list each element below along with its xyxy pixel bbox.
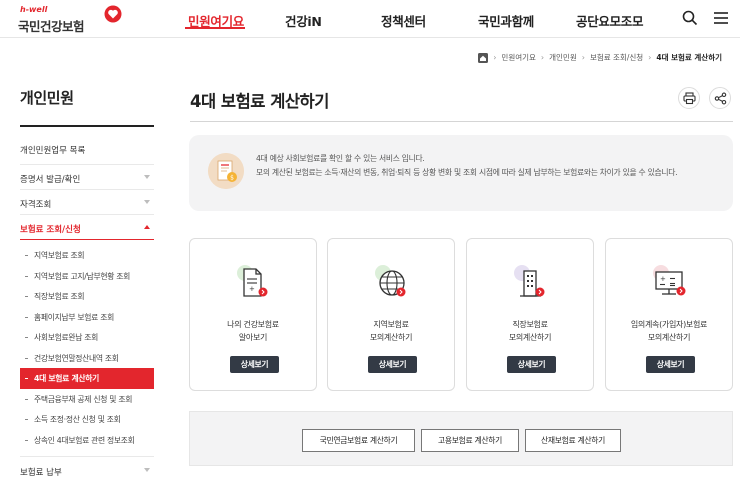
card-label: 나의 건강보험료알아보기 <box>190 318 316 344</box>
breadcrumb-item[interactable]: 보험료 조회/신청 <box>590 52 643 63</box>
card-label-line: 모의계산하기 <box>647 333 691 342</box>
sidebar-item-label: 개인민원업무 목록 <box>20 146 86 156</box>
card-label: 직장보험료모의계산하기 <box>467 318 593 344</box>
nav-item-health-in[interactable]: 건강iN <box>285 11 322 30</box>
svg-text:+: + <box>249 285 255 293</box>
card-label: 임의계속(가입자)보험료모의계산하기 <box>606 318 732 344</box>
page-title: 4대 보험료 계산하기 <box>190 92 329 111</box>
sidebar-item-premium-inquiry[interactable]: 보험료 조회/신청 <box>20 215 154 240</box>
sidebar-menu: 개인민원업무 목록 증명서 발급/확인 자격조회 보험료 조회/신청 지역보험료… <box>20 137 154 479</box>
industrial-accident-calc-button[interactable]: 산재보험료 계산하기 <box>525 429 621 452</box>
card-label-line: 모의계산하기 <box>369 333 413 342</box>
nav-active-underline <box>185 27 245 29</box>
sidebar-subitem[interactable]: 주택금융부채 공제 신청 및 조회 <box>20 389 154 410</box>
nav-item-corporation[interactable]: 공단요모조모 <box>576 11 644 30</box>
title-divider <box>190 121 733 122</box>
service-card: + 나의 건강보험료알아보기 상세보기 <box>189 238 317 391</box>
menu-icon[interactable] <box>712 9 730 27</box>
detail-button[interactable]: 상세보기 <box>368 356 417 373</box>
breadcrumb-separator: › <box>493 53 497 62</box>
sidebar-subitem[interactable]: 상속인 4대보험료 관련 정보조회 <box>20 430 154 451</box>
notice-text: 4대 예상 사회보험료를 확인 할 수 있는 서비스 입니다. <box>256 154 425 163</box>
info-notice: $ 4대 예상 사회보험료를 확인 할 수 있는 서비스 입니다. 모의 계산된… <box>189 135 733 211</box>
service-card: 지역보험료모의계산하기 상세보기 <box>327 238 455 391</box>
document-icon: + <box>237 265 268 297</box>
print-icon <box>682 91 696 104</box>
service-card: + 임의계속(가입자)보험료모의계산하기 상세보기 <box>605 238 733 391</box>
breadcrumb: › 민원여기요 › 개인민원 › 보험료 조회/신청 › 4대 보험료 계산하기 <box>478 52 722 63</box>
chevron-up-icon <box>144 225 150 229</box>
logo-name: 국민건강보험 <box>18 19 85 34</box>
sidebar-item-service-list[interactable]: 개인민원업무 목록 <box>20 137 154 165</box>
breadcrumb-separator: › <box>581 53 585 62</box>
detail-button[interactable]: 상세보기 <box>230 356 279 373</box>
detail-button[interactable]: 상세보기 <box>507 356 556 373</box>
svg-text:+: + <box>660 275 666 283</box>
sidebar-subitem[interactable]: 사회보험료완납 조회 <box>20 327 154 348</box>
breadcrumb-separator: › <box>648 53 652 62</box>
sidebar-subitem[interactable]: 소득 조정·정산 신청 및 조회 <box>20 409 154 430</box>
sidebar-subitem[interactable]: 지역보험료 조회 <box>20 245 154 266</box>
nav-item-policy-center[interactable]: 정책센터 <box>381 11 426 30</box>
breadcrumb-item[interactable]: 개인민원 <box>549 52 577 63</box>
employment-insurance-calc-button[interactable]: 고용보험료 계산하기 <box>421 429 519 452</box>
pension-calc-button[interactable]: 국민연금보험료 계산하기 <box>302 429 415 452</box>
search-icon[interactable] <box>681 9 699 27</box>
sidebar-item-certificates[interactable]: 증명서 발급/확인 <box>20 165 154 190</box>
logo-sub: h-well <box>20 5 48 14</box>
card-label-line: 모의계산하기 <box>508 333 552 342</box>
sidebar-subitem[interactable]: 홈페이지납부 보험료 조회 <box>20 307 154 328</box>
site-header: h-well 국민건강보험 민원여기요 건강iN 정책센터 국민과함께 공단요모… <box>0 0 740 38</box>
svg-text:$: $ <box>230 175 234 182</box>
card-label: 지역보험료모의계산하기 <box>328 318 454 344</box>
sidebar-subitem[interactable]: 직장보험료 조회 <box>20 286 154 307</box>
chevron-down-icon <box>144 175 150 179</box>
sidebar-subitem-active[interactable]: 4대 보험료 계산하기 <box>20 368 154 389</box>
sidebar-item-label: 보험료 조회/신청 <box>20 225 81 235</box>
breadcrumb-separator: › <box>540 53 545 62</box>
card-label-line: 임의계속(가입자)보험료 <box>630 320 708 329</box>
breadcrumb-current: 4대 보험료 계산하기 <box>656 53 722 62</box>
nav-item-with-citizens[interactable]: 국민과함께 <box>478 11 534 30</box>
site-logo[interactable]: h-well 국민건강보험 <box>18 5 122 34</box>
share-button[interactable] <box>709 87 731 109</box>
sidebar-divider <box>20 125 154 127</box>
detail-button[interactable]: 상세보기 <box>646 356 695 373</box>
sidebar-title: 개인민원 <box>20 89 74 107</box>
globe-icon <box>375 265 406 297</box>
chevron-down-icon <box>144 468 150 472</box>
service-card: 직장보험료모의계산하기 상세보기 <box>466 238 594 391</box>
share-icon <box>714 92 726 104</box>
print-button[interactable] <box>678 87 700 109</box>
sidebar-subitem[interactable]: 건강보험연말정산내역 조회 <box>20 348 154 369</box>
home-icon[interactable] <box>478 52 489 63</box>
breadcrumb-item[interactable]: 민원여기요 <box>501 52 536 63</box>
heart-icon <box>104 5 122 23</box>
notice-text: 모의 계산된 보험료는 소득·재산의 변동, 취업·퇴직 등 상황 변화 및 조… <box>256 168 678 177</box>
card-label-line: 지역보험료 <box>373 320 409 329</box>
sidebar-item-eligibility[interactable]: 자격조회 <box>20 190 154 215</box>
sidebar-item-label: 보험료 납부 <box>20 468 62 478</box>
card-label-line: 직장보험료 <box>512 320 548 329</box>
chevron-down-icon <box>144 200 150 204</box>
calculator-monitor-icon: + <box>653 265 686 296</box>
building-icon <box>514 265 545 297</box>
card-label-line: 나의 건강보험료 <box>227 320 279 329</box>
sidebar-item-label: 증명서 발급/확인 <box>20 175 81 185</box>
sidebar-subitem[interactable]: 지역보험료 고지/납부현황 조회 <box>20 266 154 287</box>
card-label-line: 알아보기 <box>238 333 268 342</box>
sidebar-item-label: 자격조회 <box>20 200 52 210</box>
document-coin-icon: $ <box>208 153 244 189</box>
sidebar-item-premium-payment[interactable]: 보험료 납부 <box>20 456 154 479</box>
